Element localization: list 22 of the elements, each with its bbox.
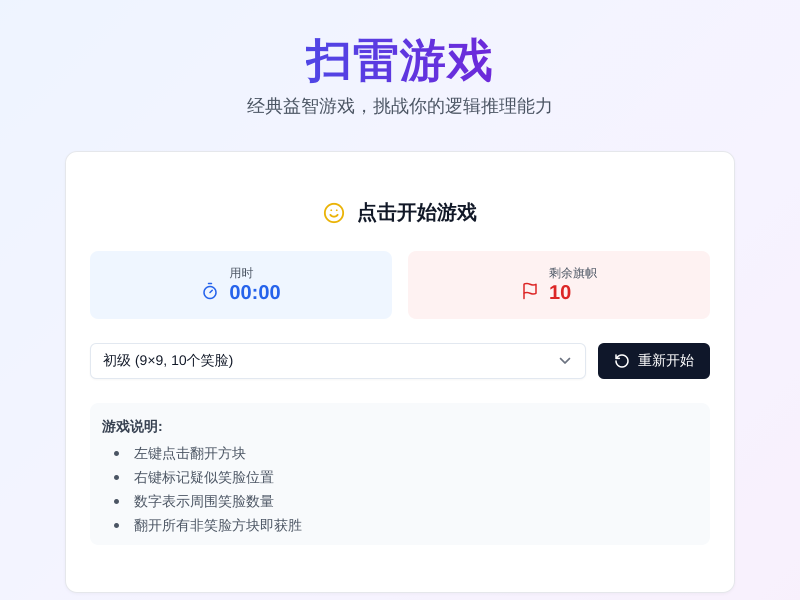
- restart-button[interactable]: 重新开始: [598, 343, 710, 379]
- rule-item: 数字表示周围笑脸数量: [134, 492, 274, 511]
- stat-label: 剩余旗帜: [549, 265, 597, 281]
- refresh-icon: [614, 353, 630, 369]
- bullet-icon: [114, 498, 119, 504]
- rules-title: 游戏说明:: [102, 417, 164, 436]
- bullet-icon: [114, 522, 119, 528]
- stat-value: 00:00: [229, 281, 281, 305]
- rule-item: 翻开所有非笑脸方块即获胜: [134, 516, 302, 535]
- page-subtitle: 经典益智游戏，挑战你的逻辑推理能力: [247, 95, 553, 118]
- smiley-icon: [323, 202, 345, 224]
- difficulty-select[interactable]: 初级 (9×9, 10个笑脸): [90, 343, 586, 379]
- chevron-down-icon: [559, 357, 571, 365]
- flag-icon: [521, 282, 539, 300]
- rule-item: 左键点击翻开方块: [134, 444, 246, 463]
- bullet-icon: [114, 474, 119, 480]
- bullet-icon: [114, 450, 119, 456]
- rule-item: 右键标记疑似笑脸位置: [134, 468, 274, 487]
- game-status: 点击开始游戏: [357, 201, 477, 226]
- stat-value: 10: [549, 281, 572, 305]
- stat-label: 用时: [229, 265, 254, 281]
- stopwatch-icon: [201, 282, 220, 300]
